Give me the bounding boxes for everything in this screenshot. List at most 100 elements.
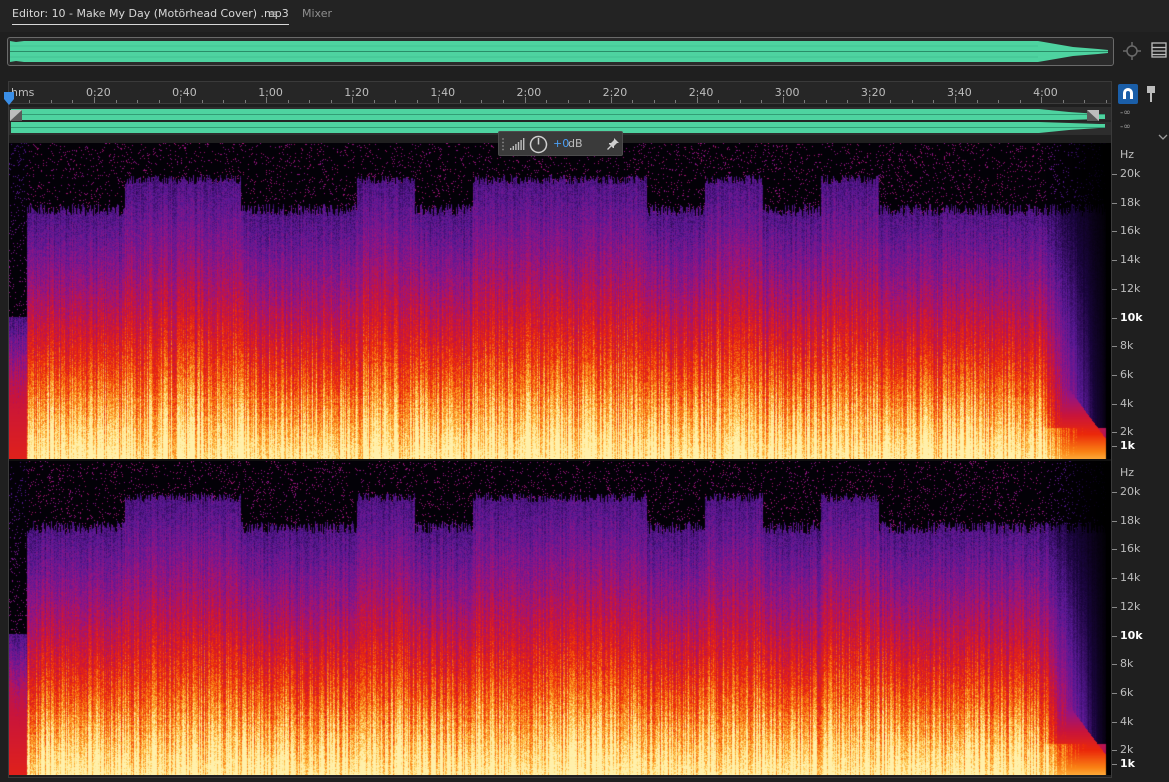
frequency-label: 16k [1120,224,1141,238]
ruler-tick [782,97,784,103]
frequency-tick [1112,549,1117,551]
ruler-tick [868,97,870,103]
frequency-scale-channel-1[interactable]: Hz 20k 18k 16k 14k 12k 10k 8k 6k 4k 2k 1k [1112,143,1169,459]
ruler-tick [180,97,182,103]
frequency-tick [1112,202,1117,204]
frequency-tick [1112,692,1117,694]
volume-knob-icon[interactable] [529,135,548,154]
frequency-label: 8k [1120,657,1134,671]
volume-hud[interactable]: +0 dB [498,131,623,156]
ruler-tick [911,100,913,103]
ruler-tick [955,97,956,103]
time-ruler[interactable]: hms 0:20 0:40 1:00 1:20 1:40 2:00 2:20 2:40 3:00… [9,82,1111,104]
ruler-tick [115,100,117,103]
frequency-tick [1112,664,1117,666]
frequency-label: 6k [1120,685,1134,699]
frequency-tick [1112,764,1117,766]
ruler-tick [610,97,612,103]
chevron-down-icon[interactable] [1158,133,1168,141]
volume-value[interactable]: +0 [553,137,569,150]
fade-in-handle-icon[interactable] [10,110,22,121]
ruler-tick [998,100,1000,103]
ruler-tick [976,100,978,103]
ruler-tick [502,100,504,103]
ruler-tick [1084,100,1086,103]
frequency-tick [1112,635,1117,637]
frequency-label: 18k [1120,513,1141,527]
frequency-label: 12k [1120,281,1141,295]
frequency-tick [1112,231,1117,233]
frequency-label: 10k [1120,628,1143,642]
ruler-tick [589,100,591,103]
ruler-mark-label: 1:40 [430,86,456,99]
ruler-tick [524,97,526,103]
ruler-mark-label: 3:20 [860,86,886,99]
spectrogram-channel-2[interactable] [9,461,1111,775]
ruler-tick [416,100,418,103]
ruler-tick [438,97,440,103]
spectrogram-canvas-1 [9,143,1111,459]
ruler-tick [158,100,160,103]
frequency-label: 2k [1120,743,1134,757]
tab-mixer[interactable]: Mixer [302,7,332,20]
frequency-label: 4k [1120,714,1134,728]
ruler-tick [718,100,720,103]
spectrogram-channel-1[interactable] [9,143,1111,459]
frequency-label: 18k [1120,195,1141,209]
ruler-tick [373,100,375,103]
ruler-tick [395,100,397,103]
channel-1-db-readout: -∞ [1120,108,1131,118]
ruler-tick [696,97,698,103]
ruler-mark-label: 3:00 [774,86,800,99]
drag-grip-icon[interactable] [501,136,505,152]
zoom-to-selection-icon[interactable] [1122,41,1142,61]
frequency-label: 4k [1120,396,1134,410]
playhead-icon[interactable] [4,92,14,106]
frequency-tick [1112,260,1117,262]
frequency-tick [1112,174,1117,175]
ruler-tick [287,100,289,103]
panel-menu-icon[interactable] [1150,41,1168,59]
frequency-label: 14k [1120,253,1141,267]
tab-menu-icon[interactable]: ≡ [268,7,278,21]
frequency-tick [1112,403,1117,405]
tab-editor[interactable]: Editor: 10 - Make My Day (Motörhead Cove… [12,7,289,25]
fade-out-handle-icon[interactable] [1087,110,1099,121]
frequency-tick [1112,288,1117,290]
frequency-tick [1112,721,1117,723]
frequency-label: 16k [1120,542,1141,556]
tab-bar: Editor: 10 - Make My Day (Motörhead Cove… [0,0,1169,32]
frequency-label: 1k [1120,757,1135,771]
ruler-mark-label: 2:20 [602,86,628,99]
level-meter-icon [510,138,525,150]
overview-navigator[interactable] [7,37,1114,66]
frequency-scale-channel-2[interactable]: Hz 20k 18k 16k 14k 12k 10k 8k 6k 4k 2k 1k [1112,461,1169,775]
ruler-tick [1105,100,1107,103]
frequency-label: 10k [1120,310,1143,324]
volume-unit: dB [568,137,583,150]
ruler-tick [739,100,741,103]
ruler-tick [94,97,95,103]
ruler-tick [804,100,806,103]
marker-pin-icon[interactable] [1144,85,1158,103]
frequency-tick [1112,346,1117,348]
ruler-mark-label: 4:00 [1033,86,1058,99]
frequency-tick [1112,446,1117,448]
ruler-tick [890,100,892,103]
ruler-mark-label: 1:00 [258,86,283,99]
snap-magnet-icon[interactable] [1118,84,1138,104]
ruler-tick [825,100,827,103]
ruler-mark-label: 2:40 [688,86,714,99]
overview-waveform [10,41,1108,62]
frequency-label: 6k [1120,367,1134,381]
ruler-tick [675,100,677,103]
frequency-unit: Hz [1120,466,1135,479]
frequency-tick [1112,374,1117,376]
ruler-tick [50,100,52,103]
ruler-mark-label: 0:40 [172,86,197,99]
spectrogram-canvas-2 [9,461,1111,775]
pin-icon[interactable] [606,137,620,151]
frequency-label: 1k [1120,439,1135,453]
ruler-tick [72,100,74,103]
ruler-mark-label: 2:00 [516,86,542,99]
